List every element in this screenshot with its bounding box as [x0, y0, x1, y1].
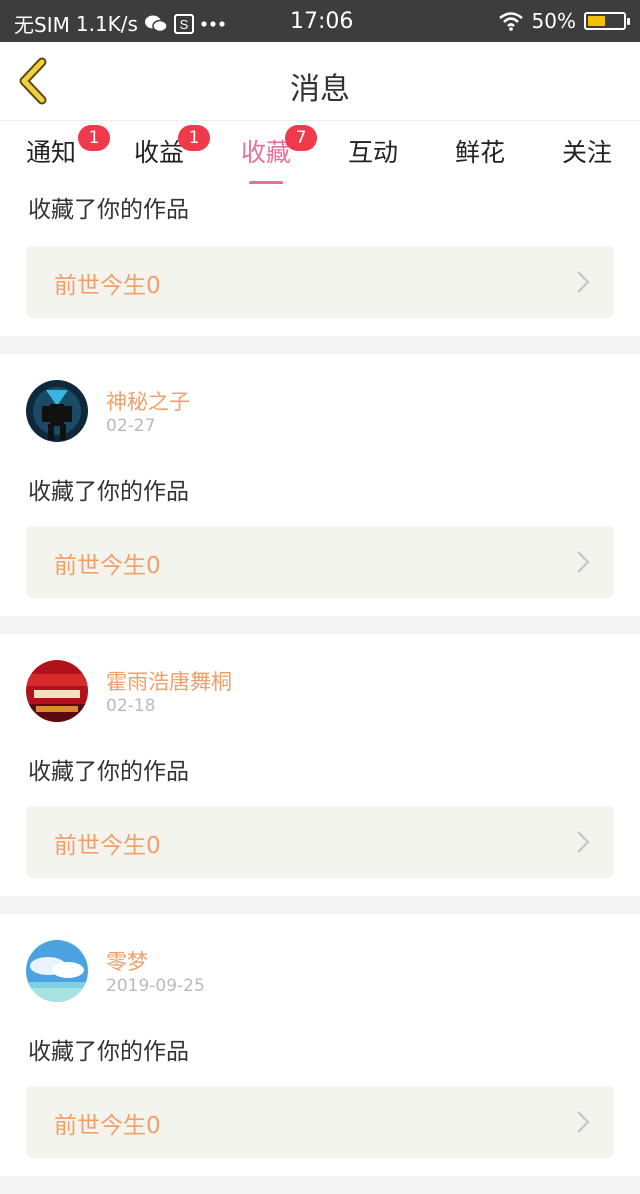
message-card: 收藏了你的作品 前世今生0 — [0, 184, 640, 336]
chevron-right-icon — [577, 1111, 590, 1133]
tab-interactions[interactable]: 互动 — [348, 133, 398, 183]
tab-label: 鲜花 — [455, 138, 506, 167]
tab-label: 通知 — [26, 138, 77, 167]
work-link[interactable]: 前世今生0 — [26, 526, 614, 598]
clock: 17:06 — [290, 9, 354, 34]
work-link[interactable]: 前世今生0 — [26, 246, 614, 318]
s-app-icon: S — [173, 13, 194, 34]
message-action-text: 收藏了你的作品 — [28, 1039, 189, 1065]
message-card: 霍雨浩唐舞桐 02-18 收藏了你的作品 前世今生0 — [0, 634, 640, 896]
message-card: 神秘之子 02-27 收藏了你的作品 前世今生0 — [0, 354, 640, 616]
chevron-right-icon — [577, 271, 590, 293]
message-date: 2019-09-25 — [106, 976, 205, 996]
tab-label: 关注 — [562, 138, 613, 167]
message-action-text: 收藏了你的作品 — [28, 759, 189, 785]
username[interactable]: 神秘之子 — [106, 386, 190, 416]
page-title: 消息 — [290, 72, 350, 107]
unread-badge: 7 — [285, 125, 317, 151]
message-date: 02-27 — [106, 416, 156, 436]
svg-text:S: S — [180, 17, 189, 32]
message-card: 零梦 2019-09-25 收藏了你的作品 前世今生0 — [0, 914, 640, 1176]
message-date: 02-18 — [106, 696, 156, 716]
carrier-text: 无SIM — [14, 13, 70, 37]
chevron-right-icon — [577, 831, 590, 853]
status-bar: 无SIM 1.1K/s S 17:06 50% — [0, 0, 640, 42]
battery-icon — [584, 12, 630, 30]
work-title: 前世今生0 — [54, 1113, 161, 1139]
avatar[interactable] — [26, 940, 88, 1002]
tab-favorites[interactable]: 收藏 7 — [241, 125, 317, 185]
wechat-icon — [144, 14, 168, 34]
message-action-text: 收藏了你的作品 — [28, 479, 189, 505]
tab-follow[interactable]: 关注 — [562, 133, 612, 183]
tab-label: 收藏 — [241, 138, 292, 167]
avatar[interactable] — [26, 380, 88, 442]
tab-label: 收益 — [134, 138, 185, 167]
work-title: 前世今生0 — [54, 833, 161, 859]
work-title: 前世今生0 — [54, 273, 161, 299]
avatar[interactable] — [26, 660, 88, 722]
tab-bar: 通知 1 收益 1 收藏 7 互动 鲜花 关注 — [0, 120, 640, 185]
header: 消息 — [0, 42, 640, 120]
message-list: 收藏了你的作品 前世今生0 神秘之子 02-27 收藏了你的作品 前世今生0 霍… — [0, 184, 640, 1194]
unread-badge: 1 — [178, 125, 210, 151]
battery-percent: 50% — [531, 9, 576, 33]
unread-badge: 1 — [78, 125, 110, 151]
work-link[interactable]: 前世今生0 — [26, 1086, 614, 1158]
wifi-icon — [498, 11, 524, 31]
message-action-text: 收藏了你的作品 — [28, 197, 189, 223]
username[interactable]: 霍雨浩唐舞桐 — [106, 666, 232, 696]
tab-notifications[interactable]: 通知 1 — [26, 125, 110, 183]
tab-earnings[interactable]: 收益 1 — [134, 125, 210, 183]
chevron-right-icon — [577, 551, 590, 573]
network-speed: 1.1K/s — [75, 11, 138, 36]
work-link[interactable]: 前世今生0 — [26, 806, 614, 878]
more-dots-icon — [200, 20, 226, 28]
battery-fill — [588, 16, 605, 26]
username[interactable]: 零梦 — [106, 946, 148, 976]
tab-label: 互动 — [348, 138, 399, 167]
tab-flowers[interactable]: 鲜花 — [455, 133, 505, 183]
work-title: 前世今生0 — [54, 553, 161, 579]
